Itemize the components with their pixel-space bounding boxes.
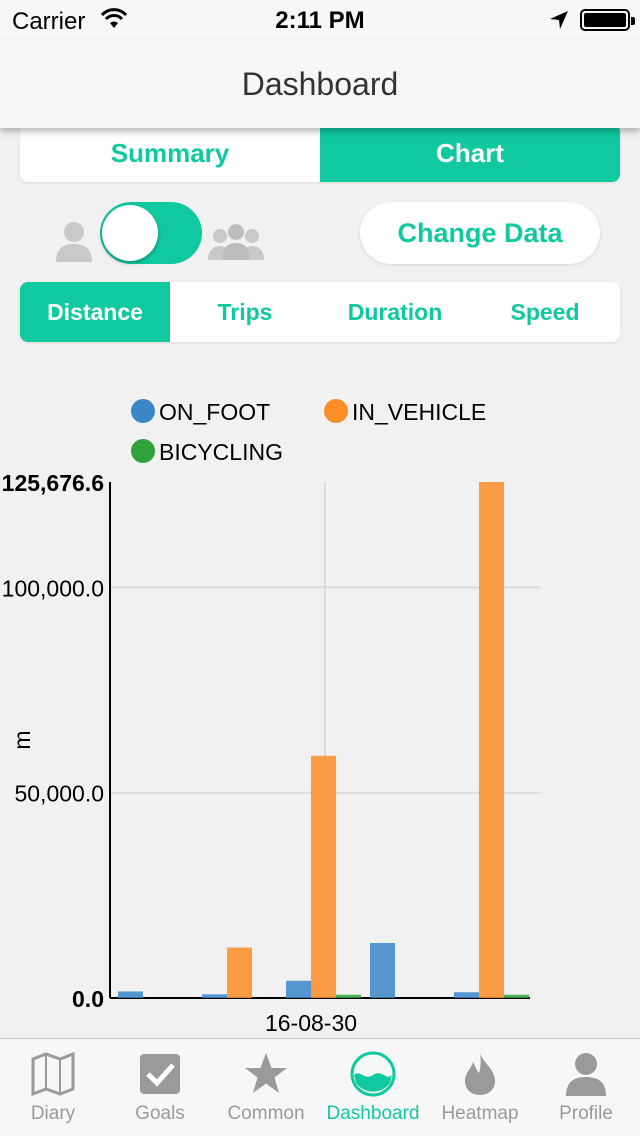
tab-duration[interactable]: Duration (320, 282, 470, 342)
tabbar-item-diary[interactable]: Diary (0, 1039, 106, 1136)
bar-chart-svg: 0.0 50,000.0 100,000.0 125,676.6 m 16-08-30 (2, 470, 540, 1036)
y-tick-label: 125,676.6 (2, 470, 104, 496)
change-data-button[interactable]: Change Data (360, 202, 600, 264)
tabbar-item-common[interactable]: Common (213, 1039, 319, 1136)
tab-summary[interactable]: Summary (20, 124, 320, 182)
bar-on-foot (286, 980, 311, 998)
bar-on-foot (202, 994, 227, 998)
tabbar-item-profile[interactable]: Profile (533, 1039, 639, 1136)
bar-on-foot (370, 942, 395, 998)
bar-in-vehicle (227, 947, 252, 998)
status-time: 2:11 PM (275, 7, 365, 34)
tabbar-item-dashboard[interactable]: Dashboard (320, 1039, 426, 1136)
bar-bicycling (504, 994, 529, 998)
tab-chart[interactable]: Chart (320, 124, 620, 182)
metric-segmented-control: Distance Trips Duration Speed (20, 282, 620, 342)
battery-icon (580, 9, 635, 31)
flame-icon (465, 1053, 495, 1095)
status-bar: Carrier 2:11 PM (0, 0, 640, 40)
y-axis-label: m (9, 730, 35, 749)
y-tick-label: 0.0 (72, 986, 104, 1012)
bar-in-vehicle (311, 755, 336, 998)
distance-chart: ON_FOOT IN_VEHICLE BICYCLING 0.0 50,000.0… (0, 380, 640, 1040)
bar-bicycling (336, 994, 361, 998)
bar-on-foot (118, 991, 143, 998)
bar-on-foot (454, 992, 479, 998)
controls-row: Change Data (0, 200, 640, 266)
navigation-bar: Dashboard (0, 40, 640, 128)
page-title: Dashboard (241, 66, 399, 102)
star-icon (245, 1053, 287, 1093)
y-tick-label: 50,000.0 (14, 781, 104, 807)
person-icon (566, 1053, 606, 1096)
tab-bar: Diary Goals Common Dashboard Heatmap Pro… (0, 1038, 640, 1136)
view-segmented-control: Summary Chart (20, 124, 620, 182)
tab-trips[interactable]: Trips (170, 282, 320, 342)
tab-speed[interactable]: Speed (470, 282, 620, 342)
tabbar-item-heatmap[interactable]: Heatmap (427, 1039, 533, 1136)
bar-in-vehicle (479, 482, 504, 998)
group-users-icon (208, 224, 264, 260)
dashboard-icon (350, 1051, 396, 1097)
x-tick-label: 16-08-30 (265, 1010, 357, 1036)
user-scope-toggle[interactable] (100, 202, 202, 264)
location-arrow-icon (550, 11, 568, 29)
y-tick-label: 100,000.0 (2, 575, 104, 601)
tab-distance[interactable]: Distance (20, 282, 170, 342)
tabbar-item-goals[interactable]: Goals (107, 1039, 213, 1136)
single-user-icon (56, 222, 92, 262)
tabbar-label-profile: Profile (559, 1103, 613, 1124)
checkbox-icon (140, 1054, 180, 1094)
toggle-knob (102, 205, 158, 261)
map-icon (31, 1051, 75, 1097)
